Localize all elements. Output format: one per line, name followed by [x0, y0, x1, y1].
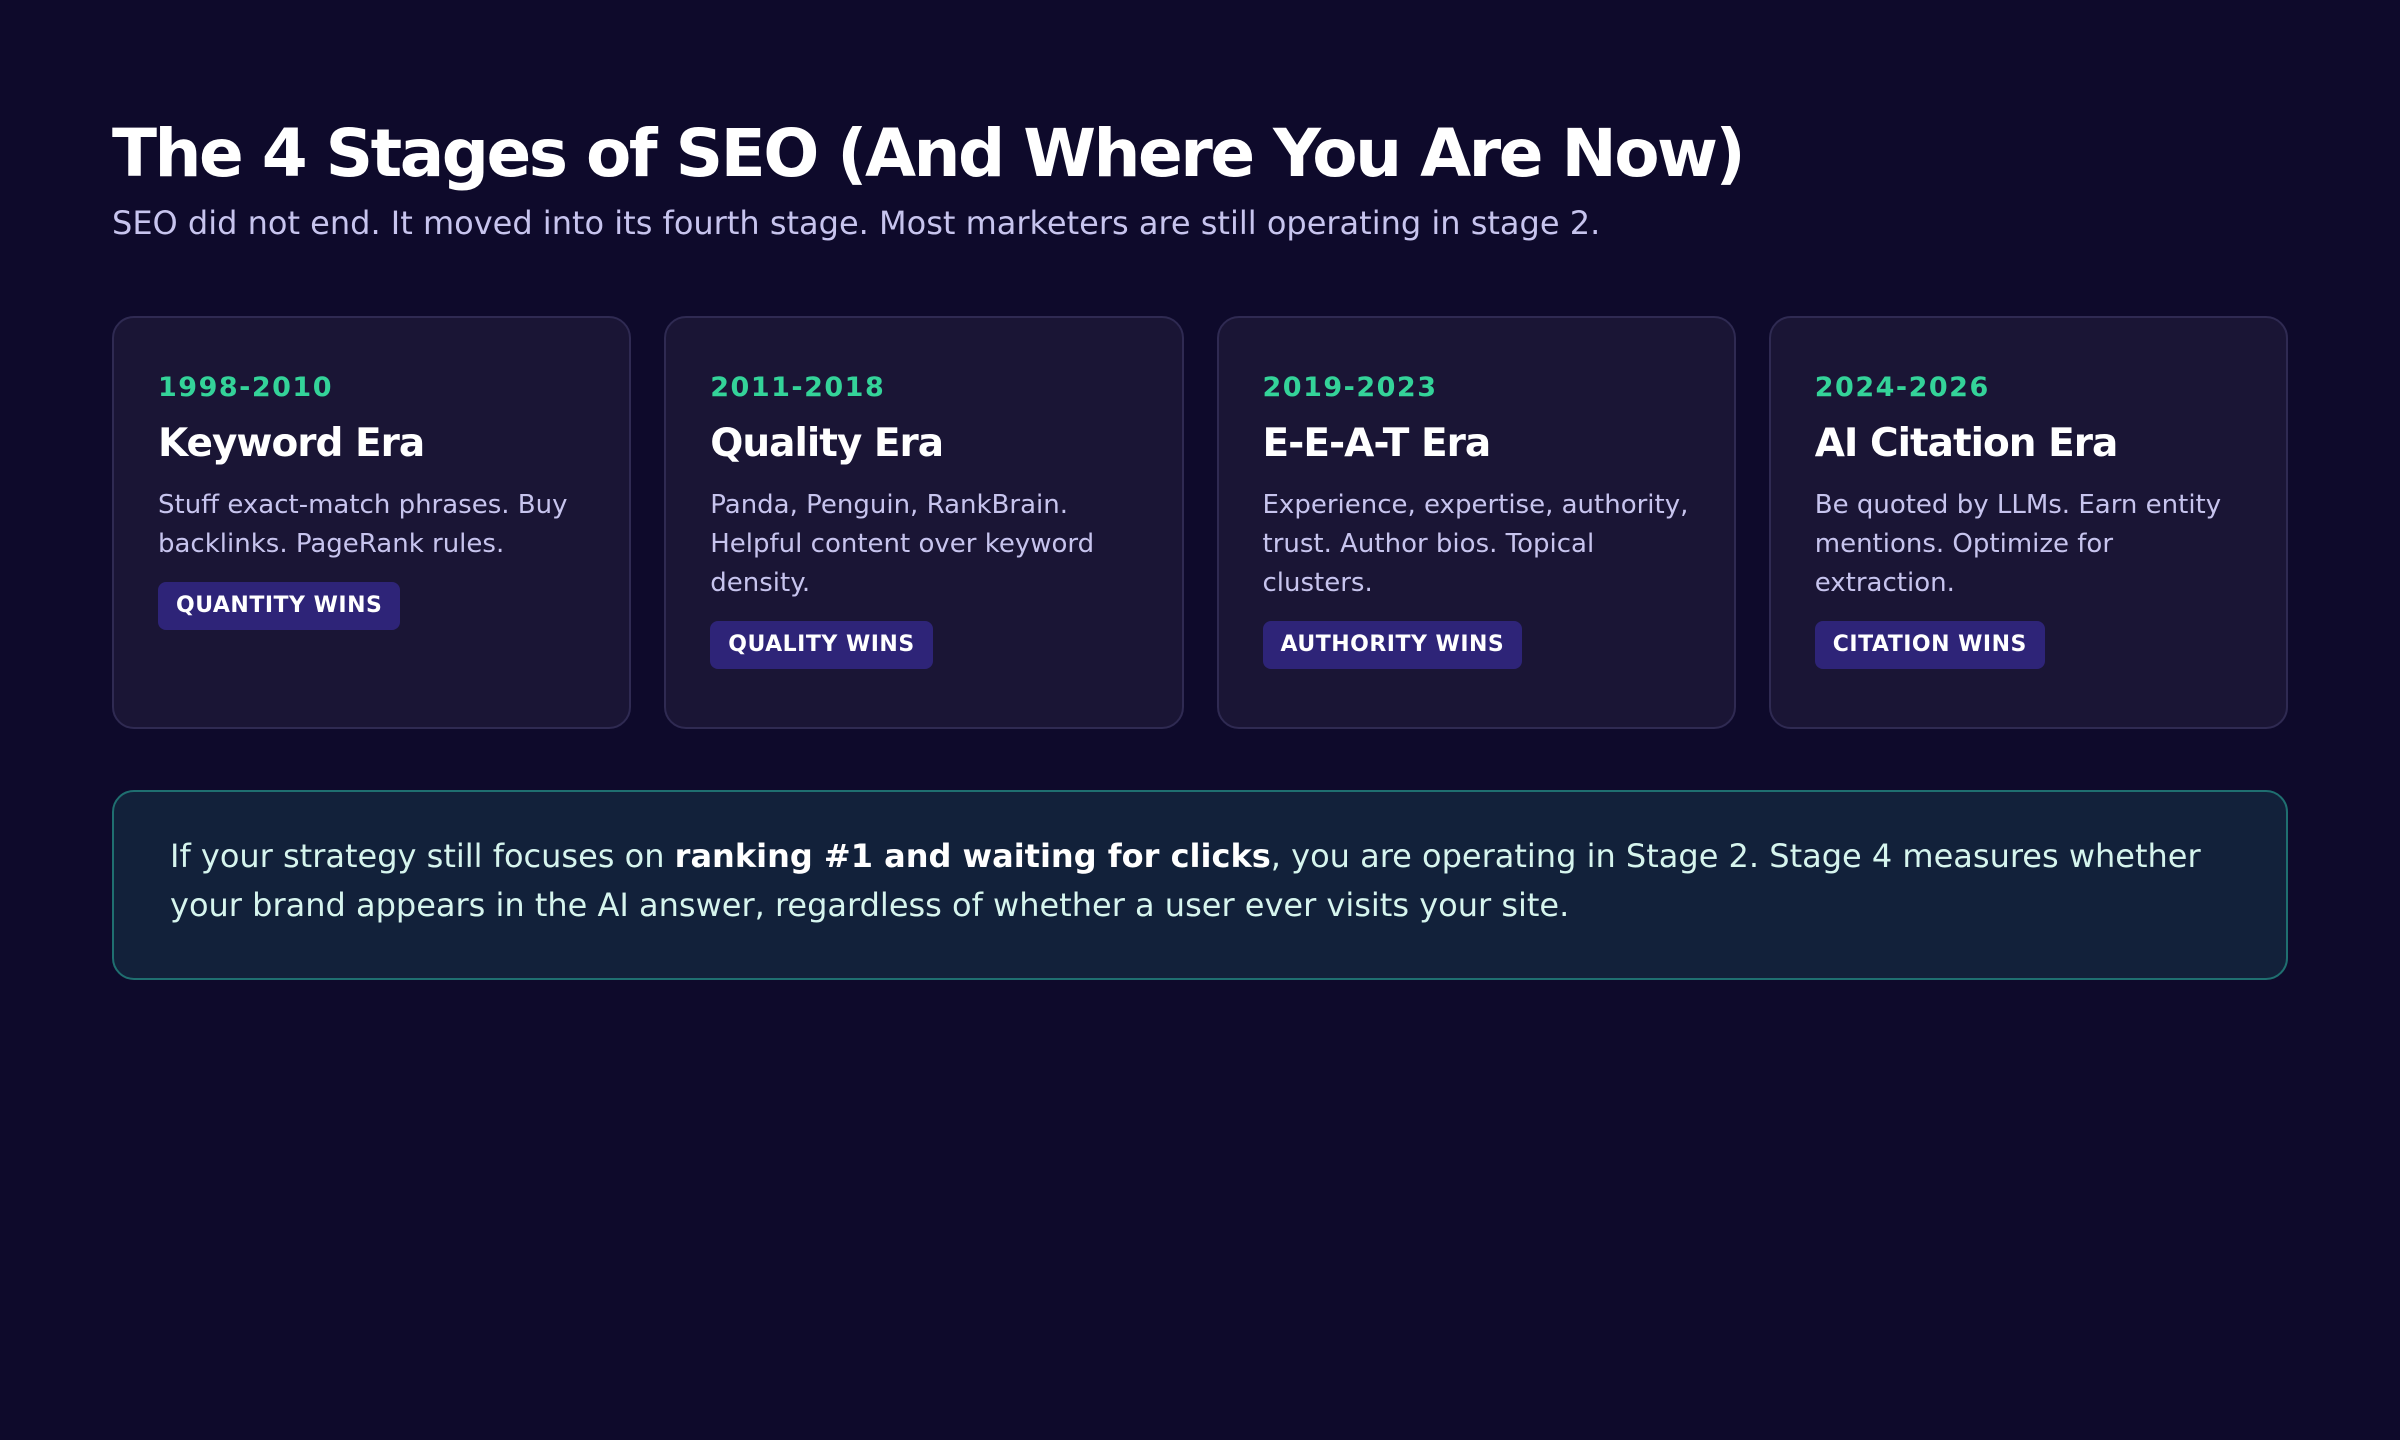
stage-card-keyword-era: 1998-2010 Keyword Era Stuff exact-match … — [112, 316, 632, 729]
page-title: The 4 Stages of SEO (And Where You Are N… — [112, 115, 1746, 192]
stage-years: 2024-2026 — [1814, 372, 1990, 403]
stage-card-ai-citation-era: 2024-2026 AI Citation Era Be quoted by L… — [1768, 316, 2288, 729]
stage-badge: QUALITY WINS — [710, 621, 933, 669]
stage-description: Experience, expertise, authority, trust.… — [1262, 490, 1689, 598]
page: The 4 Stages of SEO (And Where You Are N… — [0, 0, 2400, 1440]
stage-years: 2019-2023 — [1262, 372, 1438, 403]
stage-badge: QUANTITY WINS — [158, 582, 401, 630]
stage-card-eeat-era: 2019-2023 E-E-A-T Era Experience, expert… — [1216, 316, 1736, 729]
stage-name: AI Citation Era — [1814, 421, 2119, 466]
stage-name: E-E-A-T Era — [1262, 421, 1492, 466]
callout-emphasis: ranking #1 and waiting for clicks — [674, 837, 1271, 875]
callout-text-before: If your strategy still focuses on — [170, 837, 675, 875]
stage-years: 1998-2010 — [158, 372, 333, 403]
stage-name: Keyword Era — [158, 421, 425, 466]
stage-description: Panda, Penguin, RankBrain. Helpful conte… — [710, 490, 1095, 598]
callout-box: If your strategy still focuses on rankin… — [112, 790, 2288, 980]
stage-description: Stuff exact-match phrases. Buy backlinks… — [158, 490, 568, 559]
stage-years: 2011-2018 — [710, 372, 886, 403]
stage-badge: AUTHORITY WINS — [1262, 621, 1523, 669]
stage-card-quality-era: 2011-2018 Quality Era Panda, Penguin, Ra… — [664, 316, 1184, 729]
stage-description: Be quoted by LLMs. Earn entity mentions.… — [1814, 490, 2222, 598]
stages-grid: 1998-2010 Keyword Era Stuff exact-match … — [112, 316, 2288, 729]
stage-name: Quality Era — [710, 421, 944, 466]
stage-badge: CITATION WINS — [1814, 621, 2045, 669]
page-subtitle: SEO did not end. It moved into its fourt… — [112, 204, 1601, 242]
